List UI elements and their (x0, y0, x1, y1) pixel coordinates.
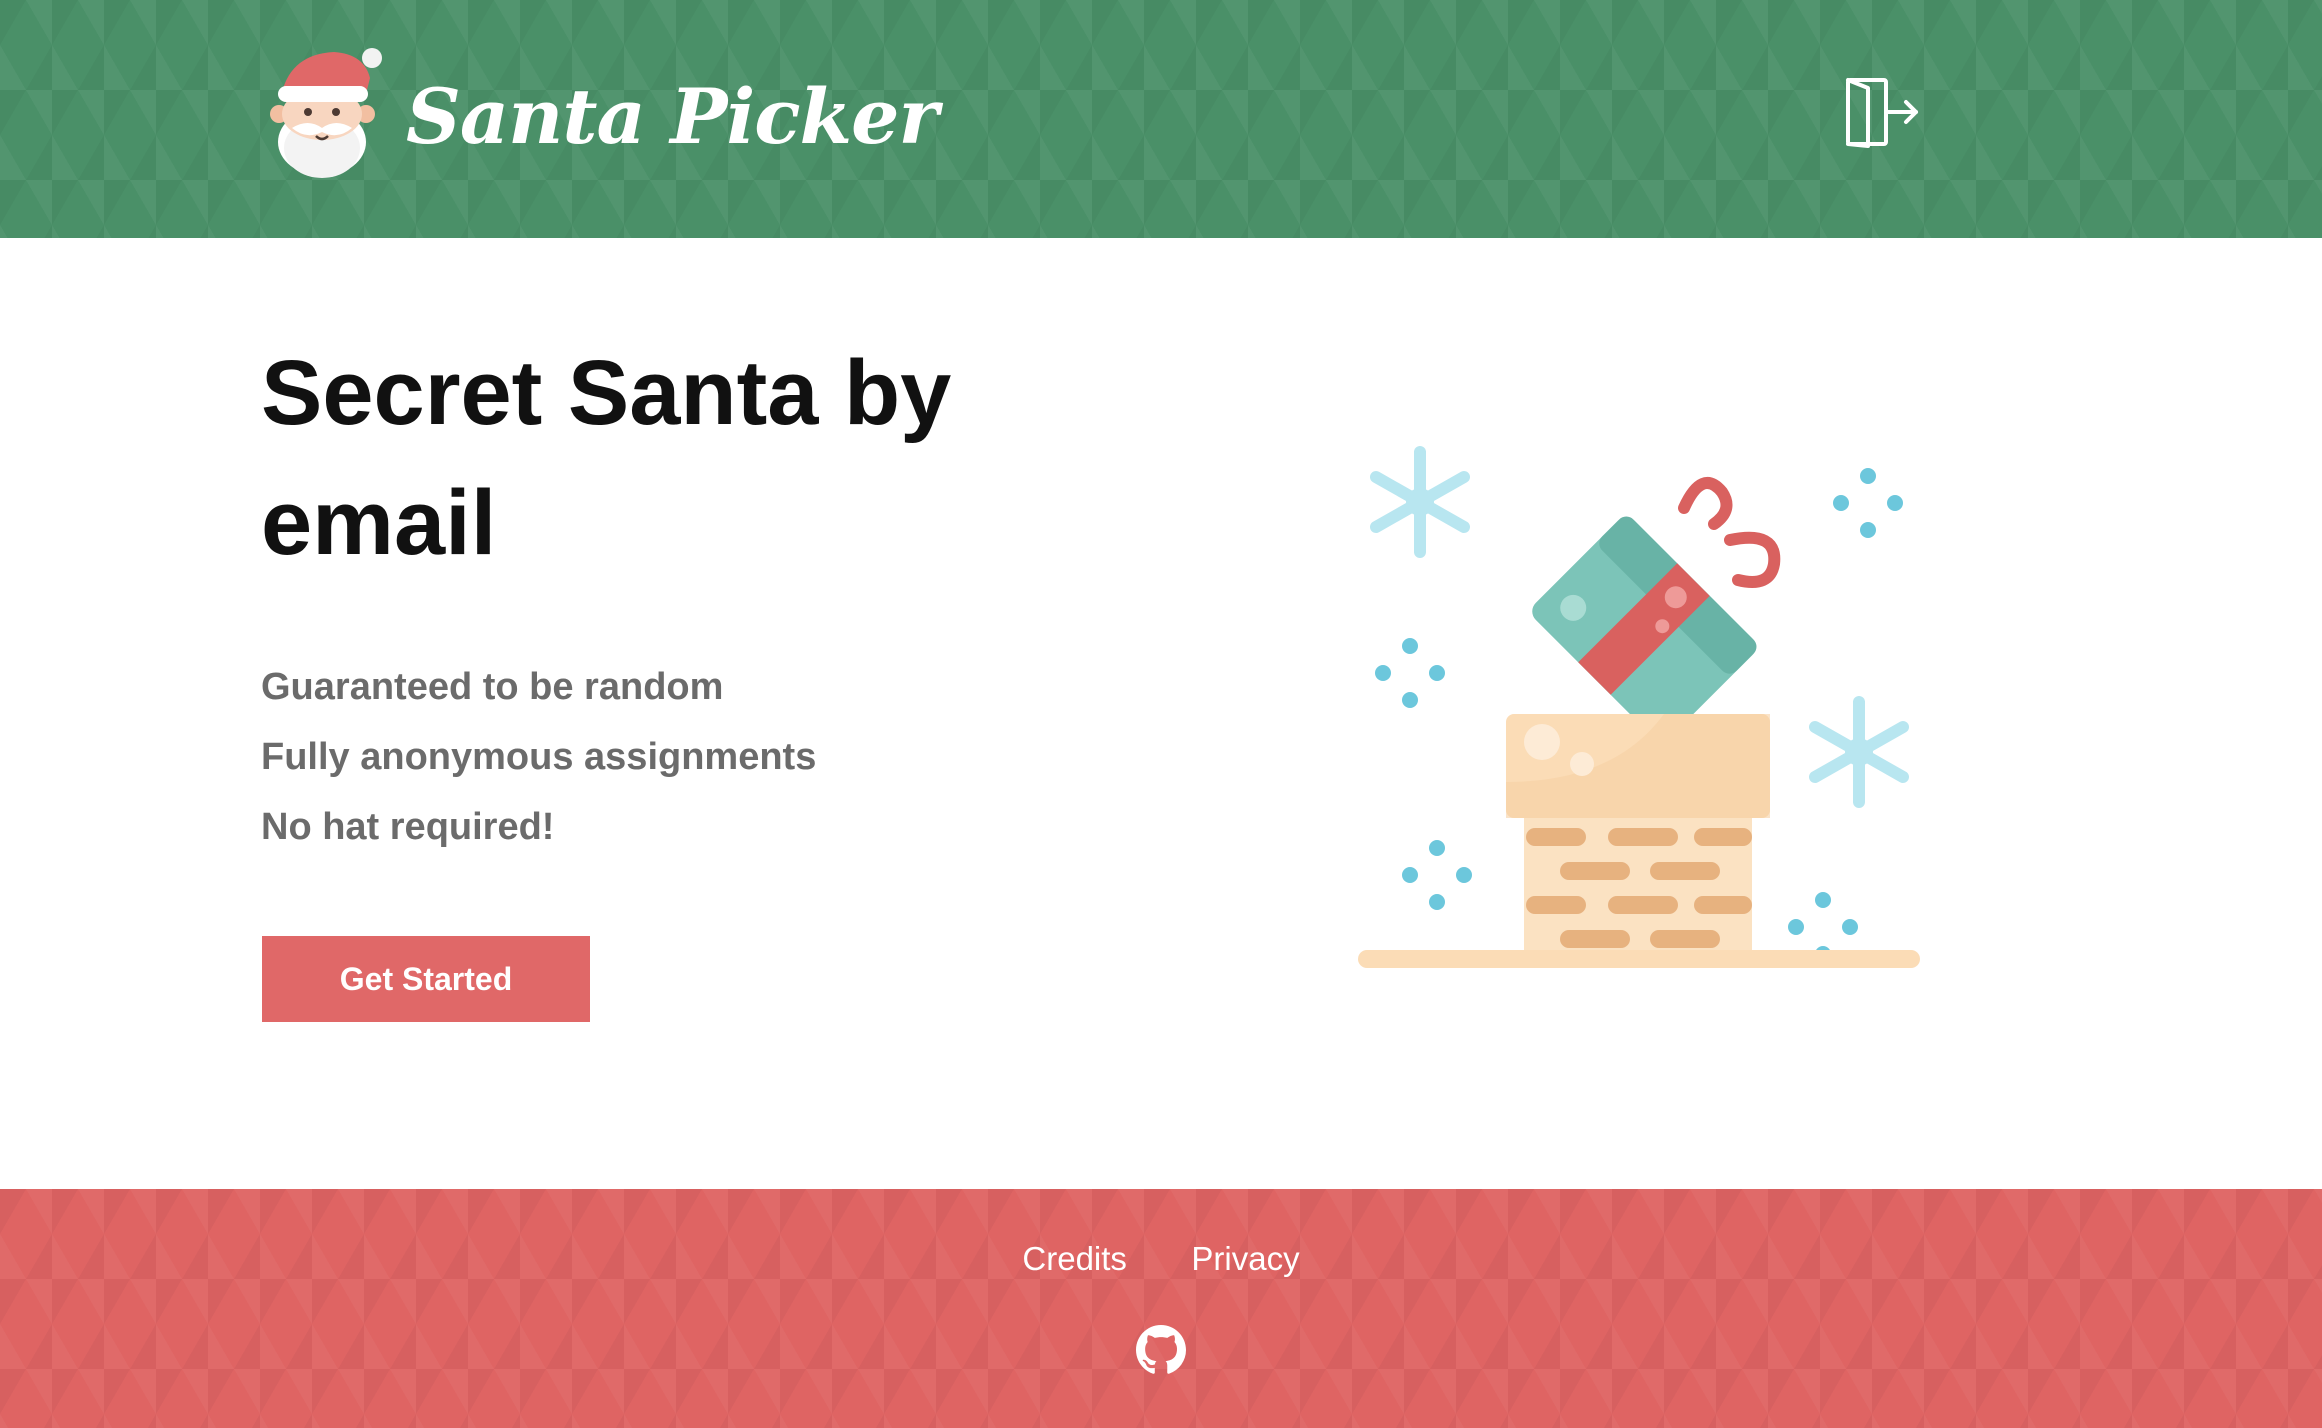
feature-item: Guaranteed to be random (261, 666, 724, 708)
get-started-button[interactable]: Get Started (262, 936, 590, 1022)
github-icon[interactable] (1136, 1325, 1186, 1375)
privacy-link[interactable]: Privacy (1191, 1237, 1299, 1281)
feature-list: Guaranteed to be random Fully anonymous … (261, 652, 816, 862)
santa-face-icon[interactable] (268, 44, 394, 180)
footer-links: Credits Privacy (0, 1237, 2322, 1281)
gift-chimney-illustration (1354, 402, 1924, 982)
main-content: Secret Santa by email Guaranteed to be r… (0, 238, 2322, 1189)
feature-item: Fully anonymous assignments (261, 736, 817, 778)
hero-headline: Secret Santa by email (261, 342, 952, 574)
logout-icon[interactable] (1844, 74, 1922, 150)
site-footer: Credits Privacy (0, 1189, 2322, 1428)
site-header: Santa Picker (0, 0, 2322, 238)
brand-title[interactable]: Santa Picker (406, 62, 939, 172)
feature-item: No hat required! (261, 806, 555, 848)
credits-link[interactable]: Credits (1022, 1237, 1127, 1281)
